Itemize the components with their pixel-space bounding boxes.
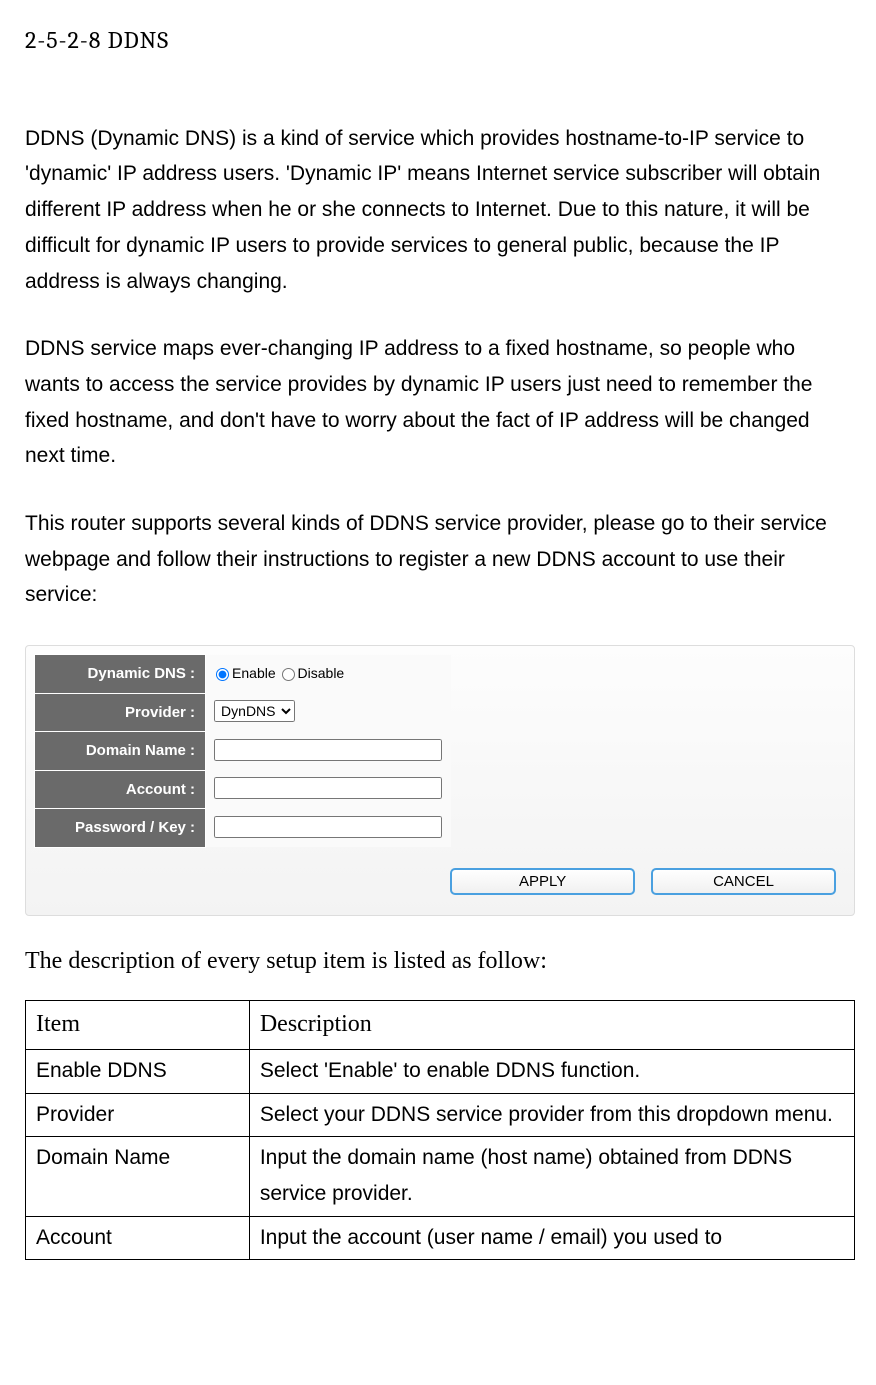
- apply-button[interactable]: APPLY: [450, 868, 635, 895]
- radio-enable-label: Enable: [232, 665, 276, 681]
- cell-desc: Select 'Enable' to enable DDNS function.: [249, 1049, 854, 1093]
- label-dynamic-dns: Dynamic DNS :: [35, 655, 206, 694]
- paragraph-1: DDNS (Dynamic DNS) is a kind of service …: [25, 121, 855, 299]
- cancel-button[interactable]: CANCEL: [651, 868, 836, 895]
- header-item: Item: [26, 1001, 250, 1050]
- radio-enable[interactable]: [216, 668, 229, 681]
- cell-item: Enable DDNS: [26, 1049, 250, 1093]
- paragraph-3: This router supports several kinds of DD…: [25, 506, 855, 613]
- label-account: Account :: [35, 770, 206, 809]
- provider-select[interactable]: DynDNS: [214, 700, 295, 722]
- cell-item: Domain Name: [26, 1137, 250, 1216]
- radio-disable[interactable]: [282, 668, 295, 681]
- cell-desc: Input the domain name (host name) obtain…: [249, 1137, 854, 1216]
- table-row: Enable DDNS Select 'Enable' to enable DD…: [26, 1049, 855, 1093]
- section-heading: 2-5-2-8 DDNS: [25, 20, 855, 61]
- table-caption: The description of every setup item is l…: [25, 941, 855, 982]
- label-domain-name: Domain Name :: [35, 732, 206, 771]
- cell-desc: Select your DDNS service provider from t…: [249, 1093, 854, 1137]
- domain-name-input[interactable]: [214, 739, 442, 761]
- form-table: Dynamic DNS : Enable Disable Provider : …: [34, 654, 451, 848]
- label-password: Password / Key :: [35, 809, 206, 848]
- description-table: Item Description Enable DDNS Select 'Ena…: [25, 1000, 855, 1260]
- button-row: APPLY CANCEL: [26, 848, 854, 916]
- header-description: Description: [249, 1001, 854, 1050]
- table-row: Account Input the account (user name / e…: [26, 1216, 855, 1260]
- cell-item: Account: [26, 1216, 250, 1260]
- cell-desc: Input the account (user name / email) yo…: [249, 1216, 854, 1260]
- radio-disable-label: Disable: [298, 665, 345, 681]
- table-row: Domain Name Input the domain name (host …: [26, 1137, 855, 1216]
- ddns-form-panel: Dynamic DNS : Enable Disable Provider : …: [25, 645, 855, 916]
- paragraph-2: DDNS service maps ever-changing IP addre…: [25, 331, 855, 474]
- password-input[interactable]: [214, 816, 442, 838]
- label-provider: Provider :: [35, 693, 206, 732]
- cell-item: Provider: [26, 1093, 250, 1137]
- account-input[interactable]: [214, 777, 442, 799]
- table-row: Provider Select your DDNS service provid…: [26, 1093, 855, 1137]
